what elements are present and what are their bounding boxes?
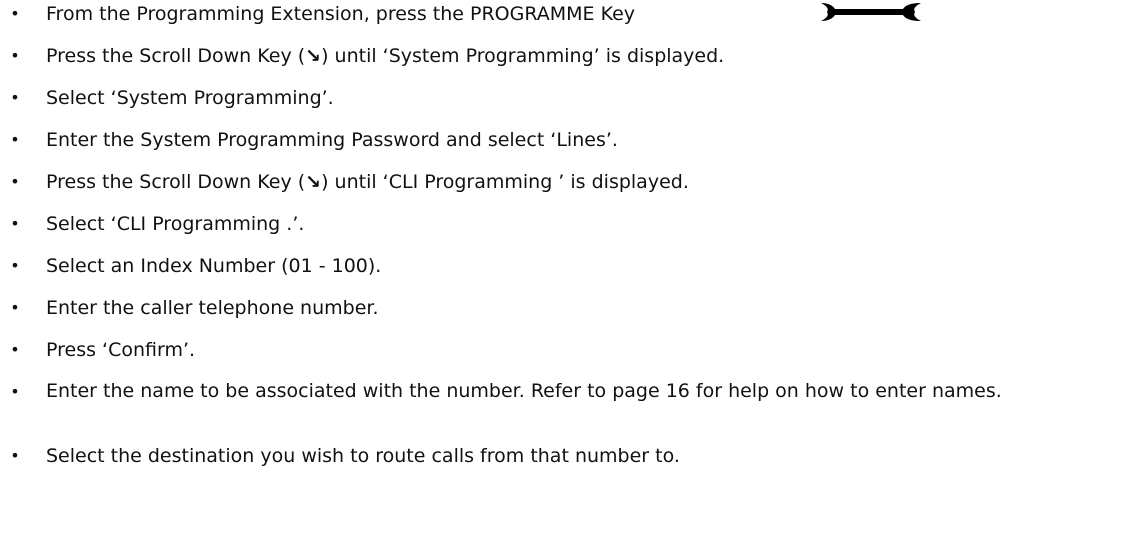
step-text: Select ‘System Programming’. (46, 87, 334, 109)
step-text: Enter the name to be associated with the… (46, 380, 1002, 402)
bullet: • (10, 214, 20, 233)
bullet: • (10, 298, 20, 317)
step-text: Enter the caller telephone number. (46, 297, 379, 319)
bullet: • (10, 88, 20, 107)
step-text: Select an Index Number (01 - 100). (46, 255, 382, 277)
step-text: Press the Scroll Down Key (↘) until ‘CLI… (46, 171, 689, 193)
scroll-down-icon: ↘ (305, 171, 322, 193)
step-text: From the Programming Extension, press th… (46, 3, 636, 25)
bullet: • (10, 130, 20, 149)
bullet: • (10, 382, 20, 401)
step-text: Select the destination you wish to route… (46, 445, 680, 467)
bullet: • (10, 340, 20, 359)
wrench-icon (821, 3, 921, 21)
bullet: • (10, 4, 20, 23)
step-text: Select ‘CLI Programming .’. (46, 213, 305, 235)
instruction-document: • From the Programming Extension, press … (0, 0, 1136, 546)
step-text: Press ‘Confirm’. (46, 339, 196, 361)
step-text: Enter the System Programming Password an… (46, 129, 618, 151)
bullet: • (10, 446, 20, 465)
bullet: • (10, 256, 20, 275)
bullet: • (10, 172, 20, 191)
scroll-down-icon: ↘ (305, 45, 322, 67)
bullet: • (10, 46, 20, 65)
step-text: Press the Scroll Down Key (↘) until ‘Sys… (46, 45, 725, 67)
